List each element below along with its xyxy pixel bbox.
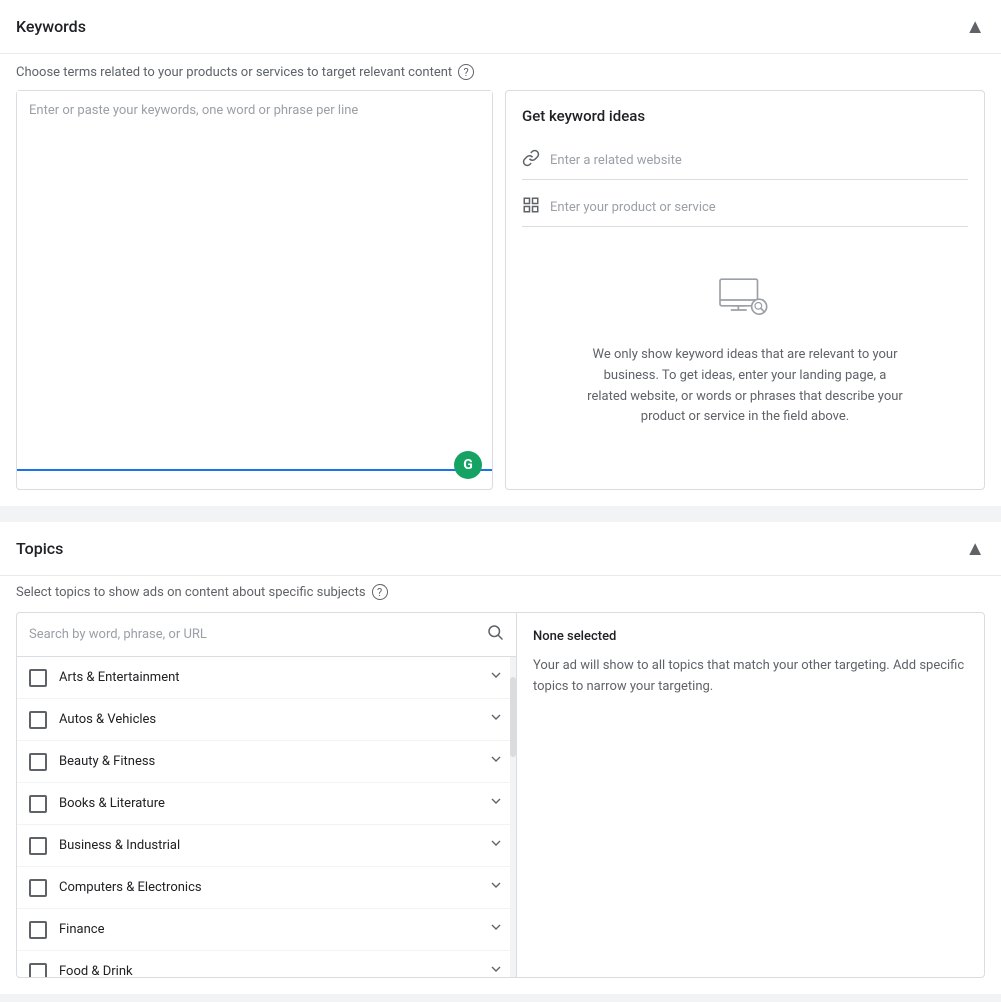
get-ideas-title: Get keyword ideas — [522, 107, 968, 125]
list-item[interactable]: Food & Drink — [17, 951, 516, 977]
topics-search-row — [17, 613, 516, 657]
topic-label: Books & Literature — [59, 796, 488, 811]
keywords-subtitle-text: Choose terms related to your products or… — [16, 65, 452, 80]
topic-label: Autos & Vehicles — [59, 712, 488, 727]
topics-bottom-padding — [0, 978, 1001, 994]
topic-expand-icon[interactable] — [488, 919, 504, 940]
keywords-help-icon[interactable]: ? — [458, 64, 474, 80]
keywords-section: Keywords ▲ Choose terms related to your … — [0, 0, 1001, 506]
topics-content: Arts & Entertainment Autos & Vehicles Be… — [16, 612, 985, 978]
section-separator — [0, 514, 1001, 522]
topics-collapse-icon[interactable]: ▲ — [965, 536, 985, 561]
keywords-textarea[interactable] — [17, 91, 492, 471]
keywords-subtitle-row: Choose terms related to your products or… — [0, 54, 1001, 90]
topics-subtitle-text: Select topics to show ads on content abo… — [16, 585, 366, 600]
grid-icon — [522, 196, 540, 218]
topic-label: Beauty & Fitness — [59, 754, 488, 769]
keyword-ideas-panel: Get keyword ideas — [505, 90, 985, 490]
topic-label: Finance — [59, 922, 488, 937]
topic-expand-icon[interactable] — [488, 667, 504, 688]
topic-expand-icon[interactable] — [488, 751, 504, 772]
list-item[interactable]: Arts & Entertainment — [17, 657, 516, 699]
list-item[interactable]: Autos & Vehicles — [17, 699, 516, 741]
topic-checkbox-finance[interactable] — [29, 921, 47, 939]
topics-list-panel: Arts & Entertainment Autos & Vehicles Be… — [17, 613, 517, 977]
topic-expand-icon[interactable] — [488, 835, 504, 856]
topic-expand-icon[interactable] — [488, 877, 504, 898]
topics-selected-panel: None selected Your ad will show to all t… — [517, 613, 984, 977]
website-input-row — [522, 141, 968, 180]
scrollbar-track — [510, 657, 516, 977]
topic-expand-icon[interactable] — [488, 793, 504, 814]
link-icon — [522, 149, 540, 171]
none-selected-description: Your ad will show to all topics that mat… — [533, 656, 968, 698]
list-item[interactable]: Finance — [17, 909, 516, 951]
product-input[interactable] — [550, 200, 968, 215]
keywords-title: Keywords — [16, 17, 86, 36]
topic-label: Computers & Electronics — [59, 880, 488, 895]
topic-expand-icon[interactable] — [488, 709, 504, 730]
topics-header: Topics ▲ — [0, 522, 1001, 576]
topic-label: Food & Drink — [59, 964, 488, 977]
list-item[interactable]: Computers & Electronics — [17, 867, 516, 909]
keywords-collapse-icon[interactable]: ▲ — [965, 14, 985, 39]
topics-search-icon — [486, 623, 504, 646]
list-item[interactable]: Books & Literature — [17, 783, 516, 825]
topic-label: Arts & Entertainment — [59, 670, 488, 685]
topic-checkbox-beauty[interactable] — [29, 753, 47, 771]
topics-subtitle-row: Select topics to show ads on content abo… — [0, 576, 1001, 612]
ideas-description-text: We only show keyword ideas that are rele… — [585, 345, 905, 428]
keywords-header: Keywords ▲ — [0, 0, 1001, 54]
grammarly-icon: G — [454, 451, 482, 479]
list-item[interactable]: Business & Industrial — [17, 825, 516, 867]
topic-checkbox-autos[interactable] — [29, 711, 47, 729]
list-item[interactable]: Beauty & Fitness — [17, 741, 516, 783]
topic-label: Business & Industrial — [59, 838, 488, 853]
topic-checkbox-business[interactable] — [29, 837, 47, 855]
topic-checkbox-arts[interactable] — [29, 669, 47, 687]
topics-section: Topics ▲ Select topics to show ads on co… — [0, 522, 1001, 994]
none-selected-label: None selected — [533, 629, 968, 644]
topic-list: Arts & Entertainment Autos & Vehicles Be… — [17, 657, 516, 977]
website-input[interactable] — [550, 153, 968, 168]
topics-title: Topics — [16, 539, 63, 558]
ideas-illustration-icon — [715, 275, 775, 329]
topics-help-icon[interactable]: ? — [372, 584, 388, 600]
keywords-content: G Get keyword ideas — [0, 90, 1001, 506]
topic-checkbox-books[interactable] — [29, 795, 47, 813]
topic-expand-icon[interactable] — [488, 961, 504, 977]
ideas-placeholder: We only show keyword ideas that are rele… — [522, 235, 968, 468]
topic-checkbox-computers[interactable] — [29, 879, 47, 897]
keywords-input-container: G — [16, 90, 493, 490]
topic-checkbox-food[interactable] — [29, 963, 47, 978]
product-input-row — [522, 188, 968, 227]
scrollbar-thumb[interactable] — [510, 677, 516, 757]
topics-search-input[interactable] — [29, 627, 478, 642]
